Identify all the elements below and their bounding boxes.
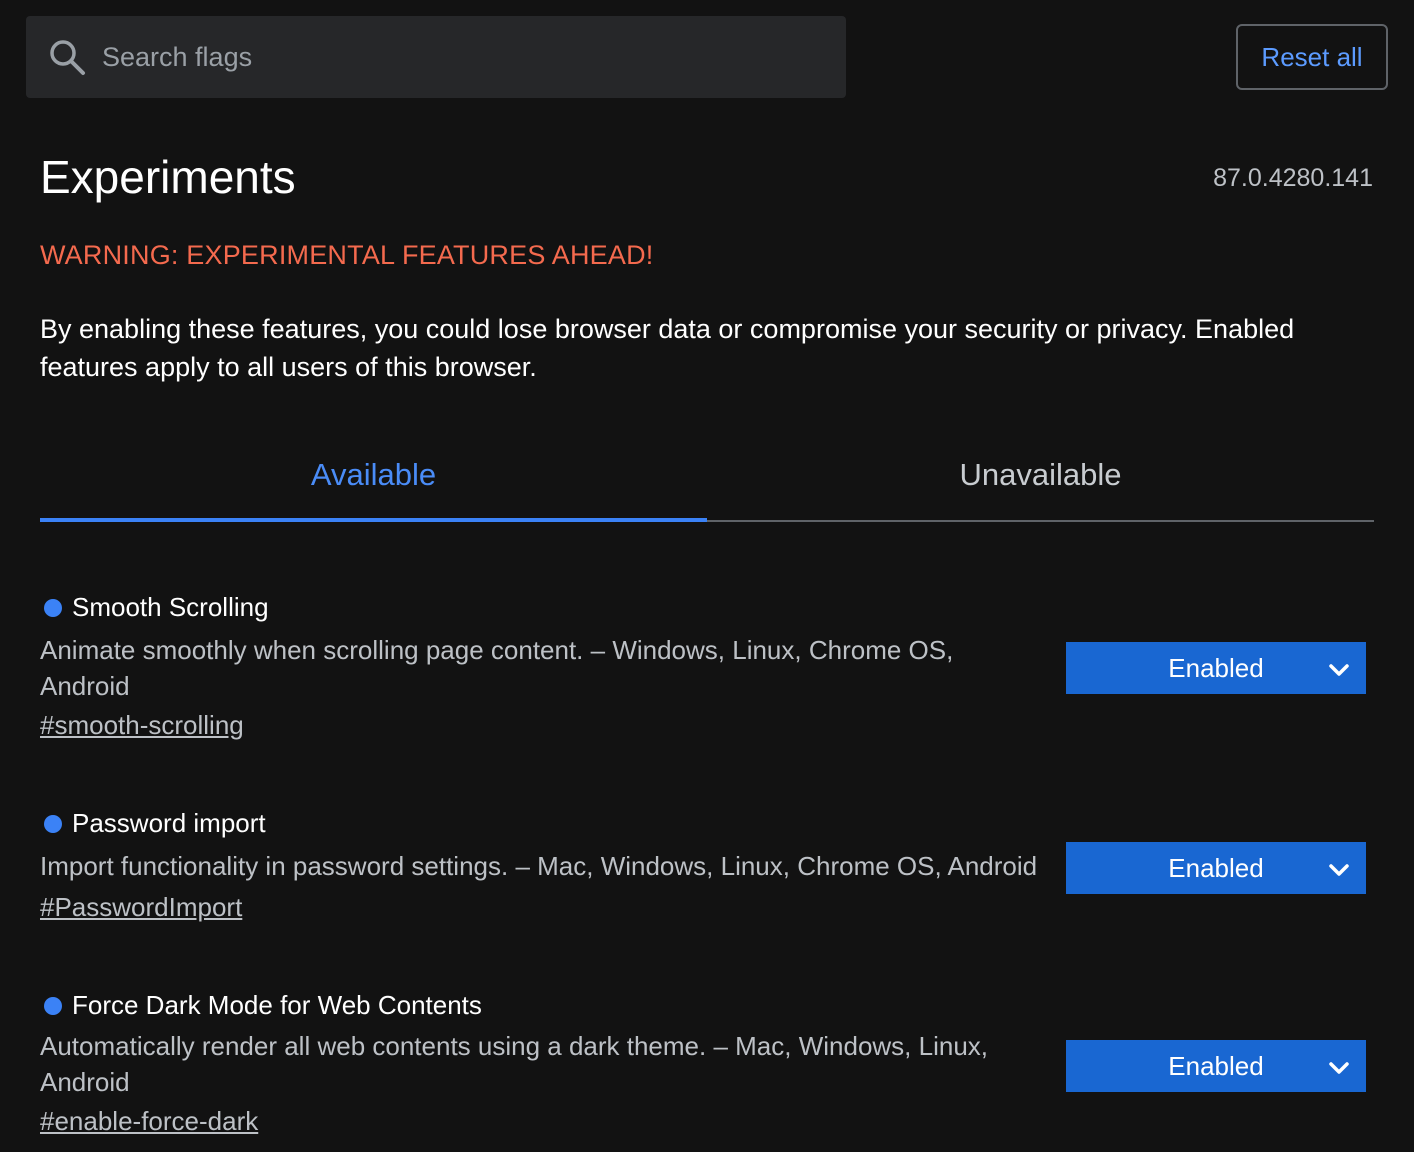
warning-text: WARNING: EXPERIMENTAL FEATURES AHEAD! xyxy=(40,240,654,270)
reset-all-button[interactable]: Reset all xyxy=(1236,24,1388,90)
tab-bar: Available Unavailable xyxy=(40,430,1374,522)
flag-title-text: Force Dark Mode for Web Contents xyxy=(72,990,482,1020)
flag-link[interactable]: #smooth-scrolling xyxy=(40,710,244,741)
enabled-dot-icon xyxy=(44,814,62,833)
flag-state-select[interactable]: Enabled xyxy=(1066,642,1366,694)
flag-title: Password import xyxy=(44,808,266,839)
version-label: 87.0.4280.141 xyxy=(1213,164,1373,192)
search-icon xyxy=(48,38,86,76)
description-text: By enabling these features, you could lo… xyxy=(40,314,1295,382)
flag-state-value: Enabled xyxy=(1168,852,1264,883)
enabled-dot-icon xyxy=(44,598,62,617)
flag-state-select[interactable]: Enabled xyxy=(1066,842,1366,894)
flag-state-value: Enabled xyxy=(1168,652,1264,683)
chevron-down-icon xyxy=(1328,857,1350,879)
flag-title-text: Password import xyxy=(72,808,266,838)
page-title: Experiments xyxy=(40,151,296,203)
chevron-down-icon xyxy=(1328,1055,1350,1077)
flag-description: Automatically render all web contents us… xyxy=(40,1031,989,1097)
tab-available[interactable]: Available xyxy=(40,430,707,522)
flag-description: Animate smoothly when scrolling page con… xyxy=(40,635,954,701)
flag-description: Import functionality in password setting… xyxy=(40,851,1038,881)
flag-title-text: Smooth Scrolling xyxy=(72,592,269,622)
flag-state-value: Enabled xyxy=(1168,1050,1264,1081)
chevron-down-icon xyxy=(1328,657,1350,679)
flag-link[interactable]: #PasswordImport xyxy=(40,892,242,923)
enabled-dot-icon xyxy=(44,996,62,1015)
tab-unavailable[interactable]: Unavailable xyxy=(707,430,1374,520)
flag-state-select[interactable]: Enabled xyxy=(1066,1040,1366,1092)
flag-title: Smooth Scrolling xyxy=(44,592,269,623)
flag-title: Force Dark Mode for Web Contents xyxy=(44,990,482,1021)
flag-link[interactable]: #enable-force-dark xyxy=(40,1106,258,1137)
search-input[interactable] xyxy=(100,30,800,84)
